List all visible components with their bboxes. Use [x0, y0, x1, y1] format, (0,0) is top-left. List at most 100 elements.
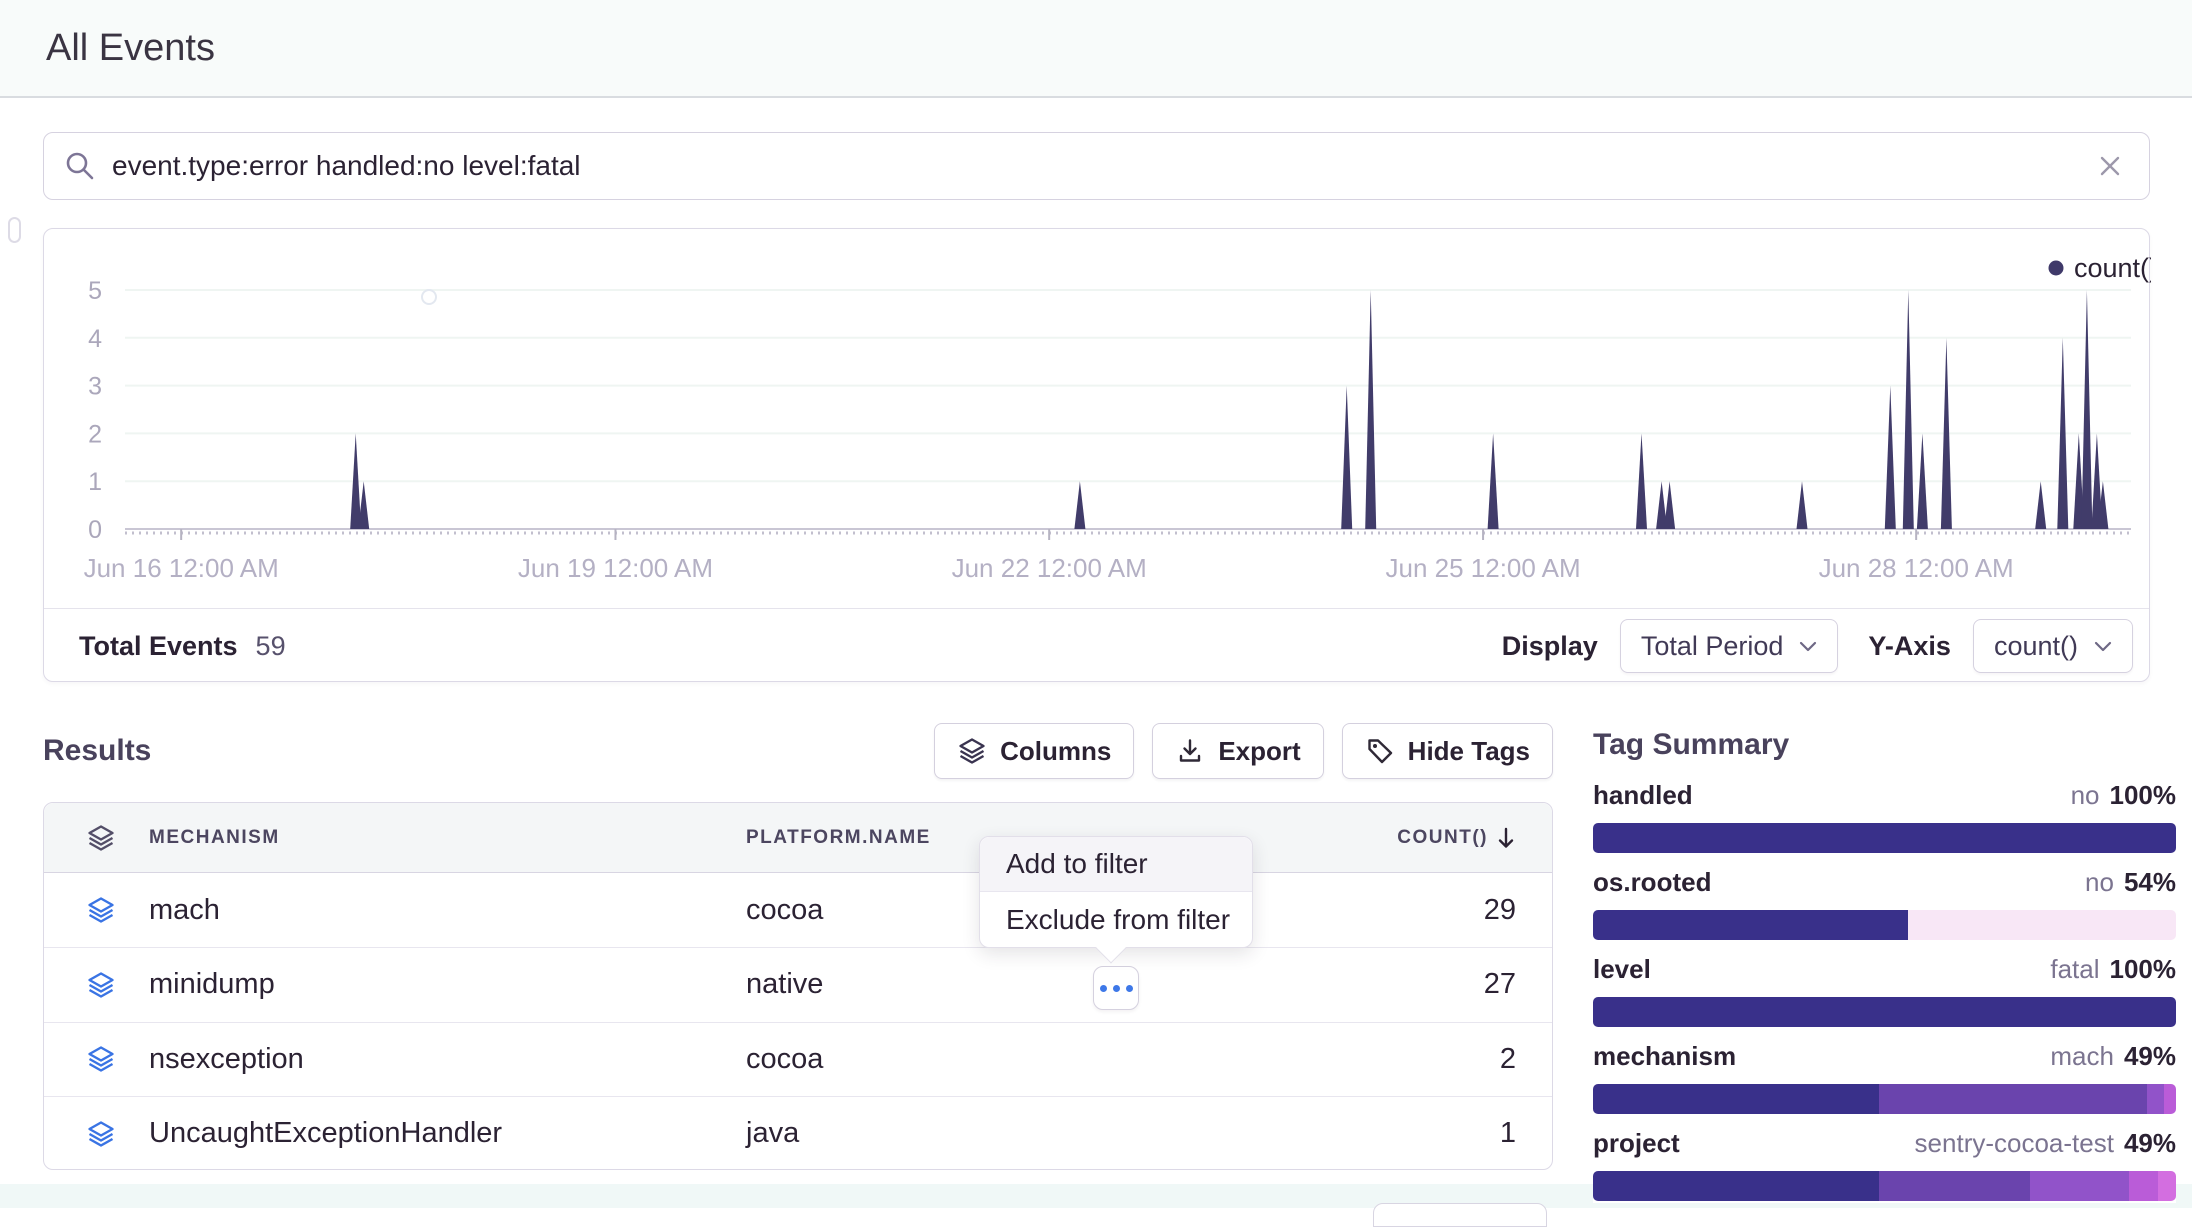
svg-text:Jun 28 12:00 AM: Jun 28 12:00 AM — [1819, 553, 2014, 583]
clear-search-icon[interactable] — [2095, 151, 2125, 181]
stack-icon — [86, 1119, 116, 1149]
tag-summary-item: project sentry-cocoa-test 49% — [1593, 1128, 2176, 1201]
yaxis-select[interactable]: count() — [1973, 619, 2133, 673]
chevron-down-icon — [2094, 641, 2112, 652]
results-toolbar: Results Columns Export Hide Tags — [43, 722, 1553, 780]
chevron-down-icon — [1799, 641, 1817, 652]
tag-distribution-bar — [1593, 823, 2176, 853]
stack-icon[interactable] — [86, 823, 116, 853]
search-bar[interactable]: event.type:error handled:no level:fatal — [43, 132, 2150, 200]
export-icon — [1175, 736, 1205, 766]
chart-footer: Total Events 59 Display Total Period Y-A… — [44, 608, 2149, 683]
display-select-value: Total Period — [1641, 631, 1784, 662]
panel-drag-handle[interactable] — [8, 217, 21, 243]
tag-distribution-bar — [1593, 1171, 2176, 1201]
cell-mechanism[interactable]: minidump — [149, 968, 746, 1001]
table-body: mach cocoa 29 minidump native 27 nsexcep… — [44, 873, 1552, 1170]
menu-item-add-to-filter[interactable]: Add to filter — [980, 837, 1252, 892]
hide-tags-button[interactable]: Hide Tags — [1342, 723, 1553, 779]
tag-segment — [2147, 1084, 2164, 1114]
total-events-label: Total Events — [79, 631, 238, 662]
column-header-mechanism[interactable]: MECHANISM — [149, 827, 746, 849]
tag-segment — [1593, 823, 2176, 853]
export-button[interactable]: Export — [1152, 723, 1323, 779]
tag-top-share: 100% — [2110, 954, 2177, 984]
cell-mechanism[interactable]: UncaughtExceptionHandler — [149, 1117, 746, 1150]
events-chart-card: 012345Jun 16 12:00 AMJun 19 12:00 AMJun … — [43, 228, 2150, 682]
tag-top-value: sentry-cocoa-test — [1915, 1128, 2114, 1158]
column-header-count[interactable]: COUNT() — [1397, 826, 1516, 850]
tag-top-value: no — [2071, 780, 2100, 810]
cell-mechanism[interactable]: nsexception — [149, 1043, 746, 1076]
columns-stack-icon — [957, 736, 987, 766]
yaxis-select-value: count() — [1994, 631, 2078, 662]
columns-button[interactable]: Columns — [934, 723, 1134, 779]
table-row[interactable]: mach cocoa 29 — [44, 873, 1552, 947]
cell-count[interactable]: 27 — [1484, 968, 1516, 1001]
search-icon — [64, 150, 96, 182]
events-chart: 012345Jun 16 12:00 AMJun 19 12:00 AMJun … — [44, 229, 2151, 608]
tag-segment — [2129, 1171, 2158, 1201]
total-events-value: 59 — [256, 631, 286, 662]
tag-segment — [2158, 1171, 2175, 1201]
tag-segment — [1879, 1171, 2031, 1201]
search-input[interactable]: event.type:error handled:no level:fatal — [112, 150, 2095, 182]
context-menu: Add to filter Exclude from filter — [979, 836, 1253, 948]
svg-text:5: 5 — [88, 277, 102, 305]
table-row[interactable]: minidump native 27 — [44, 947, 1552, 1021]
display-select[interactable]: Total Period — [1620, 619, 1839, 673]
table-header-row: MECHANISM PLATFORM.NAME COUNT() — [44, 803, 1552, 873]
columns-button-label: Columns — [1000, 736, 1111, 767]
ellipsis-icon — [1100, 985, 1107, 992]
table-row[interactable]: nsexception cocoa 2 — [44, 1022, 1552, 1096]
tag-summary-item: os.rootedno54% — [1593, 867, 2176, 940]
cell-platform[interactable]: cocoa — [746, 1043, 1146, 1076]
tag-segment — [2030, 1171, 2129, 1201]
stack-icon — [86, 895, 116, 925]
tag-key: level — [1593, 954, 1651, 985]
stack-icon — [86, 970, 116, 1000]
svg-text:count(): count() — [2074, 253, 2151, 283]
tag-segment — [1879, 1084, 2147, 1114]
table-row[interactable]: UncaughtExceptionHandler java 1 — [44, 1096, 1552, 1170]
tag-segment — [1593, 1171, 1879, 1201]
tag-summary-panel: Tag Summary handledno100%os.rootedno54%l… — [1593, 728, 2176, 1203]
row-actions-button[interactable] — [1093, 966, 1139, 1010]
tag-summary-item: mechanism mach 49% — [1593, 1041, 2176, 1114]
sort-desc-icon — [1496, 826, 1516, 850]
cell-count[interactable]: 1 — [1500, 1117, 1516, 1150]
tag-top-value: fatal — [2050, 954, 2099, 984]
svg-text:Jun 16 12:00 AM: Jun 16 12:00 AM — [84, 553, 279, 583]
cell-platform[interactable]: java — [746, 1117, 1146, 1150]
cell-platform[interactable]: native — [746, 968, 1146, 1001]
pagination-buttons[interactable] — [1373, 1203, 1547, 1227]
tag-summary-title: Tag Summary — [1593, 728, 2176, 762]
cell-mechanism[interactable]: mach — [149, 894, 746, 927]
tag-summary-item: level fatal 100% — [1593, 954, 2176, 1027]
tag-top-share: 49% — [2124, 1041, 2176, 1071]
yaxis-label: Y-Axis — [1868, 631, 1951, 662]
export-button-label: Export — [1218, 736, 1300, 767]
stack-icon — [86, 1044, 116, 1074]
svg-text:Jun 19 12:00 AM: Jun 19 12:00 AM — [518, 553, 713, 583]
tag-distribution-bar — [1593, 1084, 2176, 1114]
tag-top-value: mach — [2050, 1041, 2114, 1071]
tag-segment — [2164, 1084, 2176, 1114]
tag-top-share: 54% — [2124, 867, 2176, 897]
tag-segment — [1593, 997, 2176, 1027]
svg-text:Jun 25 12:00 AM: Jun 25 12:00 AM — [1385, 553, 1580, 583]
cell-count[interactable]: 2 — [1500, 1043, 1516, 1076]
tag-key: handled — [1593, 780, 1693, 811]
tag-top-share: 49% — [2124, 1128, 2176, 1158]
tag-key: mechanism — [1593, 1041, 1736, 1072]
page-header: All Events — [0, 0, 2192, 98]
page-title: All Events — [46, 0, 215, 96]
tag-key: project — [1593, 1128, 1680, 1159]
svg-text:1: 1 — [88, 468, 102, 496]
cell-count[interactable]: 29 — [1484, 894, 1516, 927]
results-title: Results — [43, 734, 151, 768]
tag-segment — [1593, 1084, 1879, 1114]
tag-top-value: no — [2085, 867, 2114, 897]
svg-text:3: 3 — [88, 373, 102, 401]
tag-summary-list: handledno100%os.rootedno54%levelfatal100… — [1593, 780, 2176, 1201]
